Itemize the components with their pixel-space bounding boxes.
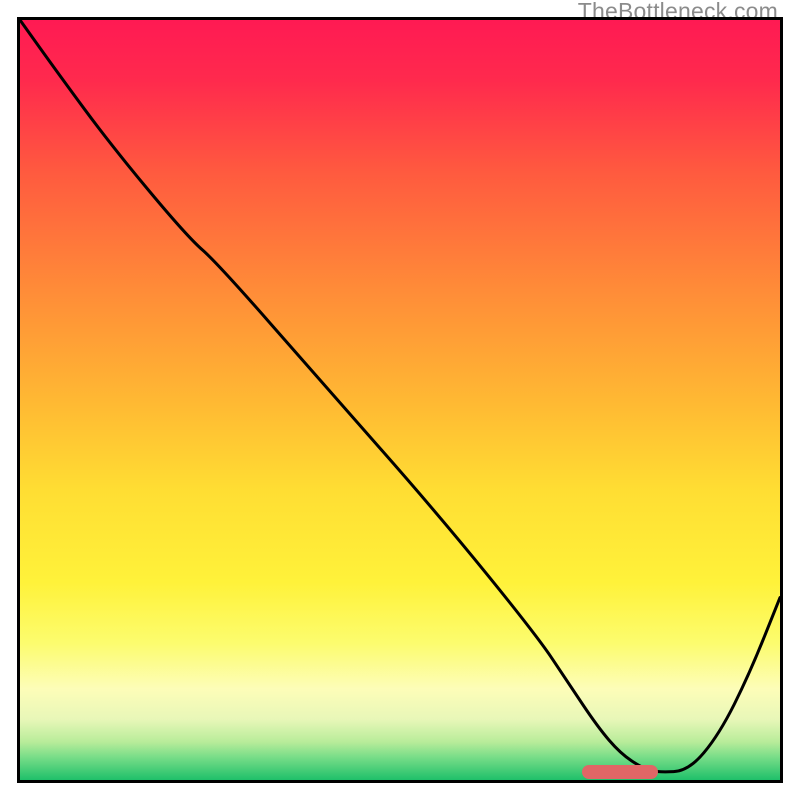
optimal-range-marker xyxy=(582,765,658,779)
bottleneck-curve xyxy=(20,20,780,780)
chart-frame xyxy=(17,17,783,783)
